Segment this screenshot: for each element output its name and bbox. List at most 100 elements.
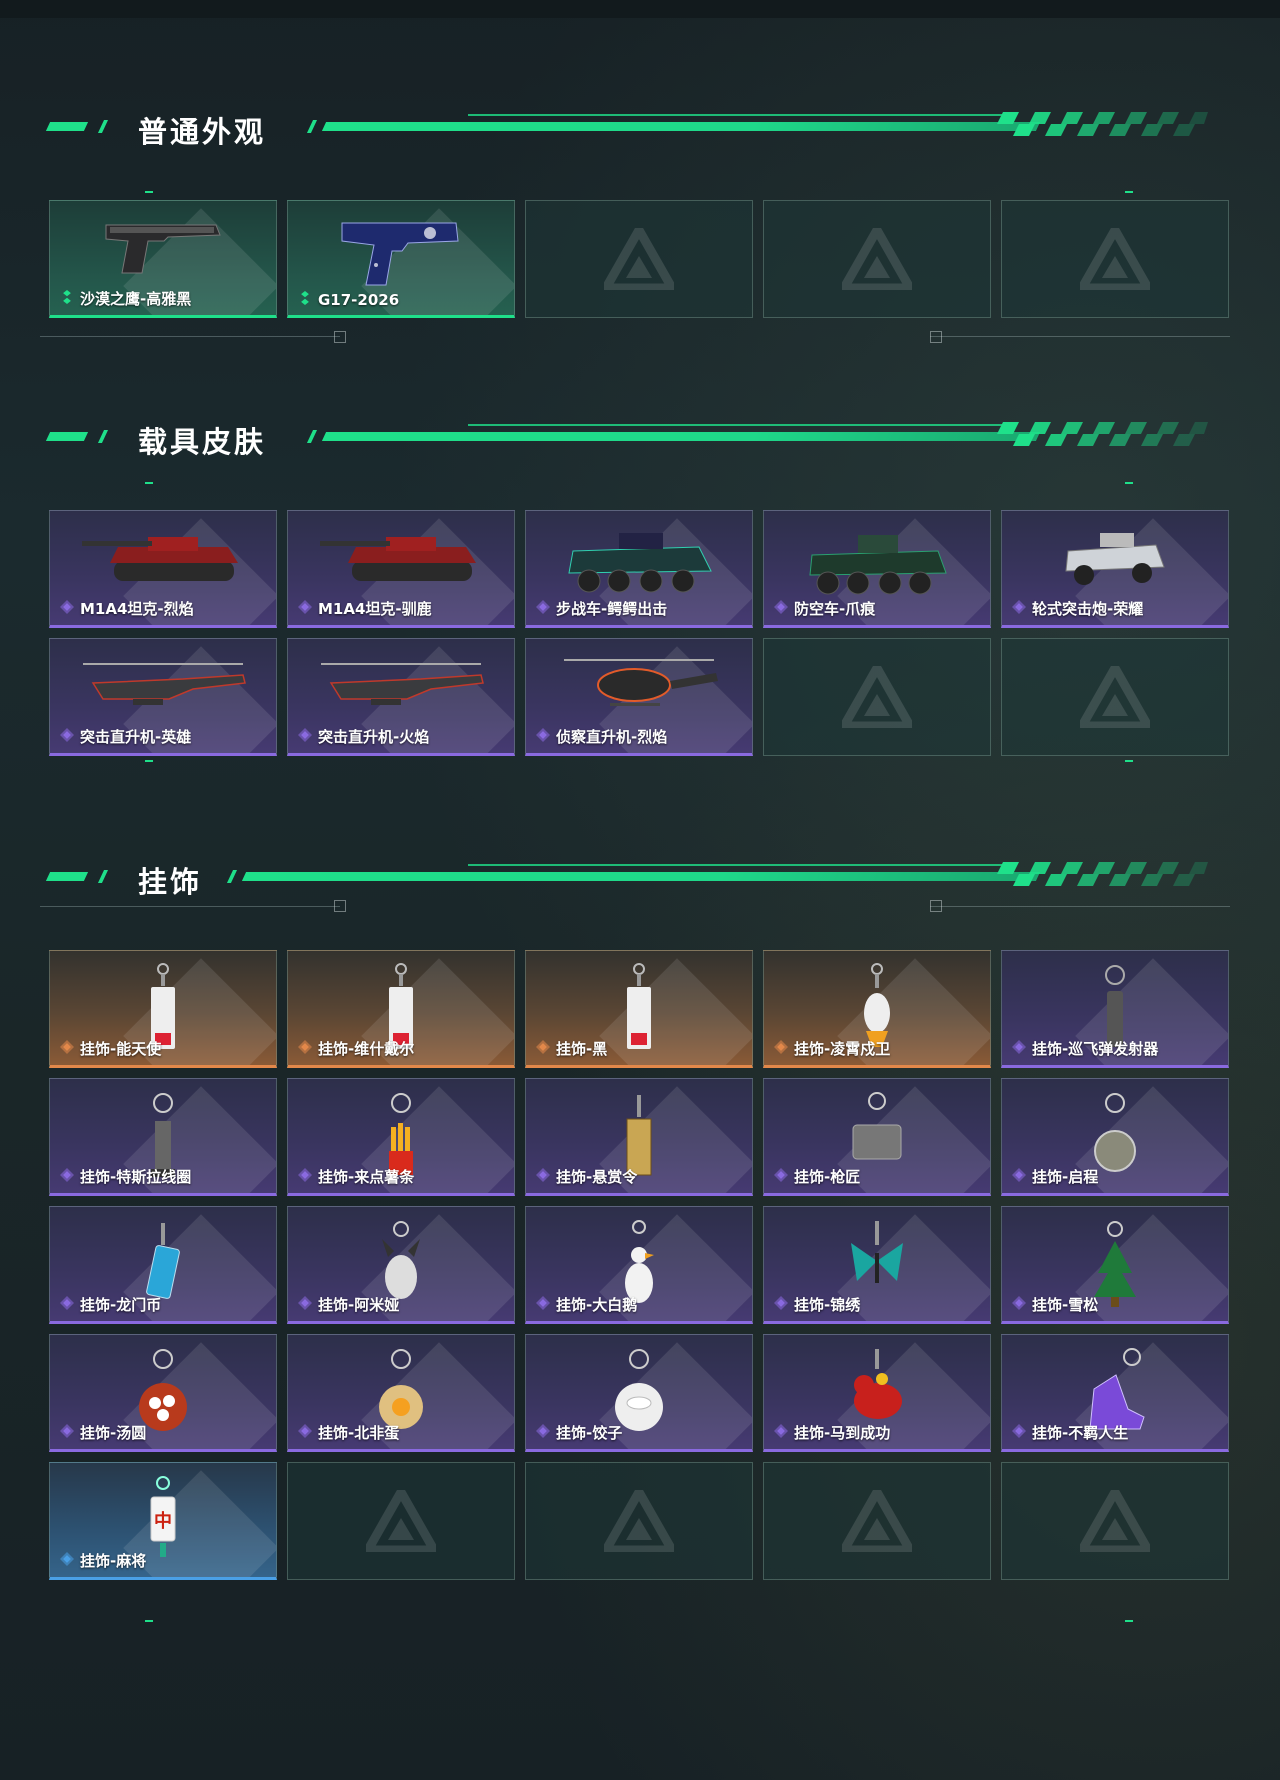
pistol-desert-eagle-icon <box>98 211 228 285</box>
item-card[interactable]: 挂饰-能天使 <box>49 950 277 1068</box>
item-card[interactable]: 挂饰-雪松 <box>1001 1206 1229 1324</box>
grid-vehicle-skins: M1A4坦克-烈焰 M1A4坦克-驯鹿 步战车-鳄鳄出击 防空车-爪痕 轮式突击炮-荣耀… <box>49 510 1231 756</box>
logo-watermark-icon <box>1080 228 1150 290</box>
rarity-diamond-icon <box>536 1423 550 1442</box>
rarity-diamond-icon <box>298 1423 312 1442</box>
item-name: 挂饰-雪松 <box>1032 1296 1099 1314</box>
empty-slot <box>1001 638 1229 756</box>
hud-tick <box>145 760 153 762</box>
header-bar <box>241 872 1041 881</box>
attack-helicopter-icon <box>73 649 253 723</box>
item-name: 挂饰-北非蛋 <box>318 1424 400 1442</box>
item-name: 挂饰-维什戴尔 <box>318 1040 415 1058</box>
item-card[interactable]: 挂饰-来点薯条 <box>287 1078 515 1196</box>
empty-slot <box>763 638 991 756</box>
item-name: 挂饰-龙门币 <box>80 1296 162 1314</box>
rarity-diamond-icon <box>774 1295 788 1314</box>
item-card[interactable]: 挂饰-维什戴尔 <box>287 950 515 1068</box>
item-card[interactable]: 挂饰-凌霄戍卫 <box>763 950 991 1068</box>
header-checker <box>997 422 1208 446</box>
item-name: 挂饰-启程 <box>1032 1168 1099 1186</box>
rarity-diamond-icon <box>774 1167 788 1186</box>
item-card[interactable]: 侦察直升机-烈焰 <box>525 638 753 756</box>
item-name: M1A4坦克-烈焰 <box>80 600 194 618</box>
item-label-row: G17-2026 <box>298 291 399 309</box>
header-mark <box>226 870 238 883</box>
charm-tag-icon <box>619 961 659 1061</box>
hud-box <box>930 331 942 343</box>
hud-tick <box>1125 482 1133 484</box>
section-title: 载具皮肤 <box>138 425 267 459</box>
item-label-row: 挂饰-特斯拉线圈 <box>60 1166 191 1187</box>
rarity-diamond-icon <box>1012 1039 1026 1058</box>
item-card[interactable]: 挂饰-枪匠 <box>763 1078 991 1196</box>
rarity-diamond-icon <box>60 1039 74 1058</box>
header-thin-line <box>468 864 1008 866</box>
section-header-vehicle-skins: 载具皮肤 <box>45 422 1208 459</box>
item-name: 突击直升机-火焰 <box>318 728 430 746</box>
item-card[interactable]: 防空车-爪痕 <box>763 510 991 628</box>
rarity-diamond-icon <box>60 1551 74 1570</box>
empty-slot <box>763 200 991 318</box>
rarity-diamond-icon <box>1012 1295 1026 1314</box>
item-label-row: 挂饰-能天使 <box>60 1038 161 1059</box>
item-card[interactable]: 挂饰-黑 <box>525 950 753 1068</box>
logo-watermark-icon <box>1080 666 1150 728</box>
item-card[interactable]: 轮式突击炮-荣耀 <box>1001 510 1229 628</box>
item-label-row: 挂饰-北非蛋 <box>298 1422 399 1443</box>
scout-helicopter-icon <box>554 649 724 723</box>
logo-watermark-icon <box>842 1490 912 1552</box>
item-card[interactable]: 中挂饰-麻将 <box>49 1462 277 1580</box>
rarity-diamond-icon <box>60 1423 74 1442</box>
empty-slot <box>1001 200 1229 318</box>
item-name: 挂饰-汤圆 <box>80 1424 147 1442</box>
item-card[interactable]: G17-2026 <box>287 200 515 318</box>
rarity-diamond-icon <box>60 1167 74 1186</box>
item-card[interactable]: 挂饰-锦绣 <box>763 1206 991 1324</box>
rarity-diamond-icon <box>536 727 550 746</box>
item-card[interactable]: M1A4坦克-驯鹿 <box>287 510 515 628</box>
item-card[interactable]: 挂饰-特斯拉线圈 <box>49 1078 277 1196</box>
item-label-row: 挂饰-雪松 <box>1012 1294 1098 1315</box>
header-checker <box>997 862 1208 886</box>
item-card[interactable]: 沙漠之鹰-高雅黑 <box>49 200 277 318</box>
rarity-diamond-icon <box>536 599 550 618</box>
item-card[interactable]: 步战车-鳄鳄出击 <box>525 510 753 628</box>
item-name: 挂饰-不羁人生 <box>1032 1424 1129 1442</box>
item-card[interactable]: 挂饰-饺子 <box>525 1334 753 1452</box>
section-header-normal-appearance: 普通外观 <box>45 112 1208 149</box>
item-label-row: 步战车-鳄鳄出击 <box>536 598 667 619</box>
header-mark <box>97 120 109 133</box>
section-title: 普通外观 <box>138 115 267 149</box>
item-name: 挂饰-悬赏令 <box>556 1168 638 1186</box>
aa-vehicle-icon <box>802 521 952 605</box>
item-label-row: 挂饰-龙门币 <box>60 1294 161 1315</box>
item-label-row: 挂饰-马到成功 <box>774 1422 890 1443</box>
logo-watermark-icon <box>604 1490 674 1552</box>
empty-slot <box>525 1462 753 1580</box>
item-card[interactable]: 挂饰-悬赏令 <box>525 1078 753 1196</box>
header-mark <box>97 430 109 443</box>
item-card[interactable]: 挂饰-大白鹅 <box>525 1206 753 1324</box>
item-card[interactable]: 突击直升机-英雄 <box>49 638 277 756</box>
section-title: 挂饰 <box>138 865 203 899</box>
rarity-diamond-icon <box>60 599 74 618</box>
item-label-row: 侦察直升机-烈焰 <box>536 726 667 747</box>
empty-slot <box>525 200 753 318</box>
item-card[interactable]: 挂饰-阿米娅 <box>287 1206 515 1324</box>
item-card[interactable]: 挂饰-北非蛋 <box>287 1334 515 1452</box>
rarity-diamond-icon <box>298 1167 312 1186</box>
item-card[interactable]: 挂饰-汤圆 <box>49 1334 277 1452</box>
item-label-row: 挂饰-汤圆 <box>60 1422 146 1443</box>
item-card[interactable]: 挂饰-龙门币 <box>49 1206 277 1324</box>
item-card[interactable]: 挂饰-巡飞弹发射器 <box>1001 950 1229 1068</box>
item-name: 挂饰-阿米娅 <box>318 1296 400 1314</box>
charm-mahjong-icon: 中 <box>143 1473 183 1573</box>
grid-charms: 挂饰-能天使 挂饰-维什戴尔 挂饰-黑 挂饰-凌霄戍卫 挂饰-巡飞弹发射器挂饰-特斯拉线… <box>49 950 1231 1580</box>
hud-tick <box>145 482 153 484</box>
item-card[interactable]: M1A4坦克-烈焰 <box>49 510 277 628</box>
item-card[interactable]: 挂饰-不羁人生 <box>1001 1334 1229 1452</box>
item-card[interactable]: 突击直升机-火焰 <box>287 638 515 756</box>
item-card[interactable]: 挂饰-马到成功 <box>763 1334 991 1452</box>
item-card[interactable]: 挂饰-启程 <box>1001 1078 1229 1196</box>
